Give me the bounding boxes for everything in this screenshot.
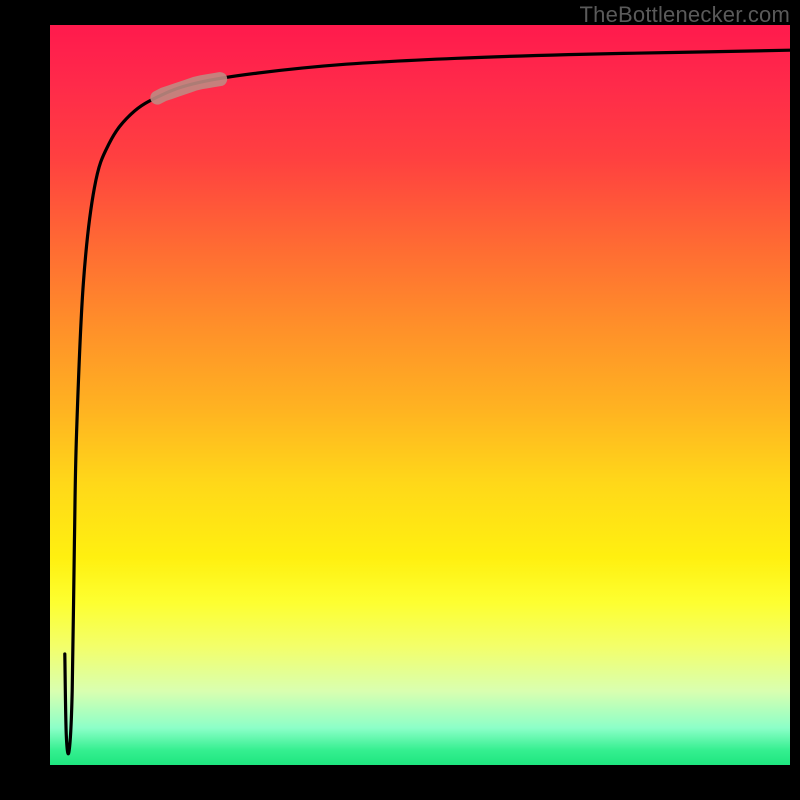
- watermark-text: TheBottlenecker.com: [580, 2, 790, 28]
- chart-frame: TheBottlenecker.com: [0, 0, 800, 800]
- plot-area: [50, 25, 790, 765]
